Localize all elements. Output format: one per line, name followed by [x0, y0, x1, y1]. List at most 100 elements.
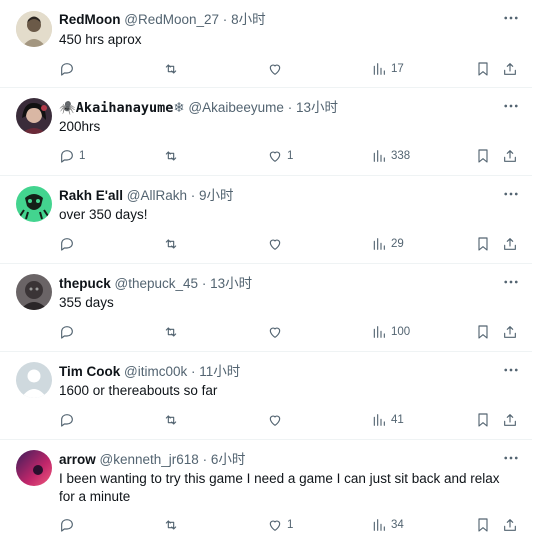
- comment-icon: [61, 150, 73, 163]
- share-button[interactable]: [502, 515, 518, 535]
- views-button[interactable]: 100: [371, 322, 410, 342]
- like-button[interactable]: 1: [267, 146, 293, 166]
- bookmark-button[interactable]: [475, 410, 491, 430]
- more-options-button[interactable]: [502, 361, 520, 379]
- more-options-button[interactable]: [502, 273, 520, 291]
- reply-button[interactable]: 1: [59, 146, 85, 166]
- share-icon: [504, 326, 516, 338]
- bookmark-button[interactable]: [475, 515, 491, 535]
- like-button[interactable]: [267, 234, 287, 254]
- repost-icon: [165, 64, 177, 74]
- user-handle[interactable]: @Akaibeeyume: [188, 100, 284, 115]
- reply-button[interactable]: [59, 410, 79, 430]
- timestamp[interactable]: 6小时: [211, 452, 246, 467]
- display-name[interactable]: RedMoon: [59, 12, 121, 27]
- display-name[interactable]: Tim Cook: [59, 364, 120, 379]
- user-handle[interactable]: @thepuck_45: [115, 276, 199, 291]
- display-name[interactable]: thepuck: [59, 276, 111, 291]
- avatar[interactable]: [16, 98, 52, 134]
- view-count: 17: [391, 63, 404, 75]
- repost-button[interactable]: [163, 410, 179, 430]
- bookmark-button[interactable]: [475, 322, 491, 342]
- reply-header: Tim Cook @itimc00k · 11小时: [59, 363, 240, 381]
- display-name[interactable]: Rakh E'all: [59, 188, 123, 203]
- like-button[interactable]: [267, 59, 287, 79]
- bookmark-button[interactable]: [475, 146, 491, 166]
- repost-button[interactable]: [163, 322, 179, 342]
- avatar[interactable]: [16, 186, 52, 222]
- display-name[interactable]: 🕷️Akaihanayume: [59, 100, 173, 116]
- reply-feed: RedMoon @RedMoon_27 · 8小时 450 hrs aprox …: [0, 0, 532, 546]
- reply-header: Rakh E'all @AllRakh · 9小时: [59, 187, 234, 205]
- share-button[interactable]: [502, 410, 518, 430]
- avatar[interactable]: [16, 11, 52, 47]
- repost-button[interactable]: [163, 234, 179, 254]
- views-button[interactable]: 34: [371, 515, 404, 535]
- repost-button[interactable]: [163, 146, 179, 166]
- bookmark-button[interactable]: [475, 59, 491, 79]
- views-button[interactable]: 41: [371, 410, 404, 430]
- reply-item[interactable]: Tim Cook @itimc00k · 11小时 1600 or therea…: [0, 352, 532, 440]
- timestamp[interactable]: 11小时: [199, 364, 240, 379]
- reply-item[interactable]: Rakh E'all @AllRakh · 9小时 over 350 days!…: [0, 176, 532, 264]
- reply-item[interactable]: RedMoon @RedMoon_27 · 8小时 450 hrs aprox …: [0, 0, 532, 88]
- repost-icon: [165, 151, 177, 161]
- separator-dot: ·: [201, 276, 207, 291]
- reply-item[interactable]: 🕷️Akaihanayume❄ @Akaibeeyume · 13小时 200h…: [0, 88, 532, 176]
- reply-text: 200hrs: [59, 119, 101, 134]
- display-name[interactable]: arrow: [59, 452, 96, 467]
- separator-dot: ·: [287, 100, 293, 115]
- bookmark-button[interactable]: [475, 234, 491, 254]
- timestamp[interactable]: 9小时: [199, 188, 234, 203]
- repost-button[interactable]: [163, 515, 179, 535]
- more-icon: [504, 368, 518, 372]
- reply-text: over 350 days!: [59, 207, 148, 222]
- user-handle[interactable]: @RedMoon_27: [124, 12, 219, 27]
- action-bar: 41: [59, 410, 524, 430]
- reply-button[interactable]: [59, 322, 79, 342]
- repost-button[interactable]: [163, 59, 179, 79]
- more-options-button[interactable]: [502, 97, 520, 115]
- reply-button[interactable]: [59, 515, 79, 535]
- user-handle[interactable]: @kenneth_jr618: [100, 452, 199, 467]
- share-button[interactable]: [502, 59, 518, 79]
- view-count: 29: [391, 238, 404, 250]
- name-emoji: ❄: [173, 100, 185, 115]
- more-options-button[interactable]: [502, 449, 520, 467]
- separator-dot: ·: [191, 364, 196, 379]
- analytics-icon: [373, 150, 385, 162]
- like-button[interactable]: 1: [267, 515, 293, 535]
- reply-button[interactable]: [59, 234, 79, 254]
- views-button[interactable]: 338: [371, 146, 410, 166]
- reply-button[interactable]: [59, 59, 79, 79]
- avatar[interactable]: [16, 362, 52, 398]
- share-button[interactable]: [502, 146, 518, 166]
- analytics-icon: [373, 414, 385, 426]
- action-bar: 17: [59, 59, 524, 79]
- reply-header: thepuck @thepuck_45 · 13小时: [59, 275, 252, 293]
- views-button[interactable]: 29: [371, 234, 404, 254]
- share-button[interactable]: [502, 234, 518, 254]
- scrollbar[interactable]: [532, 0, 550, 546]
- timestamp[interactable]: 13小时: [296, 100, 338, 115]
- user-handle[interactable]: @itimc00k: [124, 364, 187, 379]
- more-options-button[interactable]: [502, 9, 520, 27]
- views-button[interactable]: 17: [371, 59, 404, 79]
- more-options-button[interactable]: [502, 185, 520, 203]
- like-button[interactable]: [267, 322, 287, 342]
- timestamp[interactable]: 8小时: [231, 12, 266, 27]
- share-button[interactable]: [502, 322, 518, 342]
- heart-icon: [269, 151, 281, 162]
- like-count: 1: [287, 519, 294, 531]
- timestamp[interactable]: 13小时: [210, 276, 252, 291]
- avatar[interactable]: [16, 450, 52, 486]
- view-count: 100: [391, 326, 411, 338]
- reply-header: RedMoon @RedMoon_27 · 8小时: [59, 11, 266, 29]
- heart-icon: [269, 327, 281, 338]
- user-handle[interactable]: @AllRakh: [127, 188, 187, 203]
- like-button[interactable]: [267, 410, 287, 430]
- avatar[interactable]: [16, 274, 52, 310]
- separator-dot: ·: [222, 12, 228, 27]
- reply-item[interactable]: thepuck @thepuck_45 · 13小时 355 days 100: [0, 264, 532, 352]
- reply-item[interactable]: arrow @kenneth_jr618 · 6小时 I been wantin…: [0, 440, 532, 546]
